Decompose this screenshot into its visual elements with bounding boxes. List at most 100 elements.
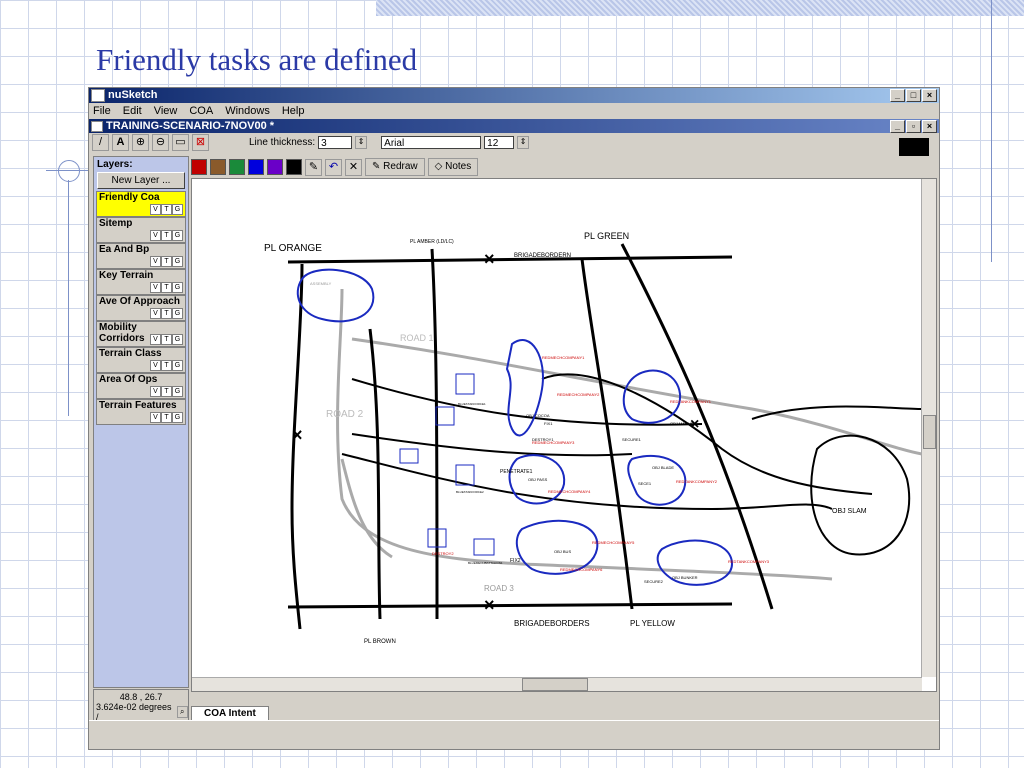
menu-edit[interactable]: Edit	[123, 103, 142, 119]
zoom-in-icon[interactable]: ⊕	[132, 133, 149, 151]
obj-slam-area	[810, 434, 911, 556]
layer-list: Friendly Coa V T G Sitemp V T G Ea And Bp V T G Key …	[94, 191, 188, 425]
doc-minimize-button[interactable]: _	[890, 119, 905, 133]
layer-toggle-t[interactable]: T	[161, 412, 172, 423]
layer-toggle-g[interactable]: G	[172, 308, 183, 319]
menu-help[interactable]: Help	[282, 103, 305, 119]
layer-toggle-g[interactable]: G	[172, 412, 183, 423]
menu-windows[interactable]: Windows	[225, 103, 270, 119]
color-purple-swatch[interactable]	[267, 159, 283, 175]
label-pl-green: PL GREEN	[584, 231, 629, 241]
current-color-swatch[interactable]	[899, 138, 929, 156]
layer-toggle-v[interactable]: V	[150, 308, 161, 319]
menu-file[interactable]: File	[93, 103, 111, 119]
layer-item[interactable]: Terrain Features V T G	[96, 399, 186, 425]
layer-toggle-v[interactable]: V	[150, 282, 161, 293]
layer-name: Ea And Bp	[99, 244, 150, 255]
undo-icon[interactable]: ↶	[325, 158, 342, 176]
pencil-icon[interactable]: ✎	[305, 158, 322, 176]
layer-item[interactable]: Ave Of Approach V T G	[96, 295, 186, 321]
label-redtank-1: REDTANKCOMPANY1	[670, 399, 712, 404]
layer-toggle-t[interactable]: T	[161, 360, 172, 371]
new-layer-button[interactable]: New Layer ...	[97, 172, 185, 189]
document-icon	[91, 120, 103, 132]
maximize-button[interactable]: □	[906, 89, 921, 102]
magnify-icon[interactable]: ⌕	[176, 706, 188, 718]
label-road-3: ROAD 3	[484, 584, 514, 593]
color-red-swatch[interactable]	[191, 159, 207, 175]
app-title: nuSketch	[108, 89, 158, 101]
layer-toggle-g[interactable]: G	[172, 256, 183, 267]
label-fix-2: FIX2	[510, 558, 521, 564]
line-thickness-input[interactable]: 3	[318, 135, 353, 149]
layer-toggle-v[interactable]: V	[150, 412, 161, 423]
color-blue-swatch[interactable]	[248, 159, 264, 175]
layer-toggle-t[interactable]: T	[161, 386, 172, 397]
select-rect-icon[interactable]: ▭	[172, 133, 189, 151]
color-brown-swatch[interactable]	[210, 159, 226, 175]
layer-toggle-v[interactable]: V	[150, 204, 161, 215]
label-destroy-1: DESTROY1	[532, 437, 554, 442]
tab-coa-intent[interactable]: COA Intent	[191, 706, 269, 720]
layer-item[interactable]: Area Of Ops V T G	[96, 373, 186, 399]
layer-toggle-t[interactable]: T	[161, 256, 172, 267]
layer-toggle-t[interactable]: T	[161, 334, 172, 345]
layer-toggle-v[interactable]: V	[150, 334, 161, 345]
minimize-button[interactable]: _	[890, 89, 905, 102]
delete-icon[interactable]: ⊠	[192, 133, 209, 151]
menu-coa[interactable]: COA	[189, 103, 213, 119]
label-obj-pass: OBJ PASS	[528, 477, 548, 482]
layer-item[interactable]: Friendly Coa V T G	[96, 191, 186, 217]
text-tool-icon[interactable]: A	[112, 133, 129, 151]
menu-view[interactable]: View	[154, 103, 178, 119]
map-sketch[interactable]: × × × × PL ORANGE PL AMBER (LD/LC) PL GR…	[192, 179, 923, 677]
font-select[interactable]: Arial	[381, 135, 482, 149]
label-sece-1: SECE1	[638, 481, 652, 486]
horizontal-scrollbar[interactable]	[192, 677, 922, 691]
font-size-spin-icon[interactable]: ⇕	[517, 135, 530, 149]
layer-toggle-t[interactable]: T	[161, 282, 172, 293]
vertical-scroll-thumb[interactable]	[923, 415, 936, 449]
label-redmech-2: REDMECHCOMPANY2	[557, 392, 600, 397]
zoom-out-icon[interactable]: ⊖	[152, 133, 169, 151]
layer-toggle-g[interactable]: G	[172, 334, 183, 345]
doc-close-button[interactable]: ×	[922, 119, 937, 133]
vertical-scrollbar[interactable]	[921, 179, 936, 677]
layer-toggle-v[interactable]: V	[150, 386, 161, 397]
layer-toggle-t[interactable]: T	[161, 308, 172, 319]
layer-item[interactable]: Sitemp V T G	[96, 217, 186, 243]
layer-toggle-g[interactable]: G	[172, 282, 183, 293]
cancel-icon[interactable]: ✕	[345, 158, 362, 176]
pen-tool-icon[interactable]: /	[92, 133, 109, 151]
layer-toggle-g[interactable]: G	[172, 360, 183, 371]
layer-toggle-v[interactable]: V	[150, 230, 161, 241]
layer-toggle-v[interactable]: V	[150, 256, 161, 267]
font-size-input[interactable]: 12	[484, 135, 515, 149]
layer-item[interactable]: Mobility Corridors V T G	[96, 321, 186, 347]
doc-restore-button[interactable]: ▫	[906, 119, 921, 133]
layer-toggle-t[interactable]: T	[161, 204, 172, 215]
layer-toggle-g[interactable]: G	[172, 386, 183, 397]
sketch-canvas[interactable]: × × × × PL ORANGE PL AMBER (LD/LC) PL GR…	[191, 178, 937, 692]
layer-item[interactable]: Ea And Bp V T G	[96, 243, 186, 269]
horizontal-scroll-thumb[interactable]	[522, 678, 588, 691]
color-black-swatch[interactable]	[286, 159, 302, 175]
brigade-border-south-line	[287, 602, 733, 609]
redraw-button[interactable]: ✎ Redraw	[365, 158, 425, 176]
label-pl-brown: PL BROWN	[364, 639, 396, 645]
layer-item[interactable]: Terrain Class V T G	[96, 347, 186, 373]
color-green-swatch[interactable]	[229, 159, 245, 175]
layer-toggle-v[interactable]: V	[150, 360, 161, 371]
close-button[interactable]: ×	[922, 89, 937, 102]
layer-item[interactable]: Key Terrain V T G	[96, 269, 186, 295]
layer-toggle-g[interactable]: G	[172, 230, 183, 241]
app-window: nuSketch _ □ × File Edit View COA Window…	[88, 87, 940, 750]
layer-toggle-g[interactable]: G	[172, 204, 183, 215]
label-redmech-5: REDMECHCOMPANY5	[592, 540, 635, 545]
notes-button[interactable]: ◇ Notes	[427, 158, 479, 176]
layer-toggle-t[interactable]: T	[161, 230, 172, 241]
layer-name: Mobility Corridors	[99, 322, 145, 344]
coordinate-xy: 48.8 , 26.7	[119, 692, 163, 702]
document-titlebar: TRAINING-SCENARIO-7NOV00 * _ ▫ ×	[89, 119, 939, 133]
spin-icon[interactable]: ⇕	[355, 135, 368, 149]
